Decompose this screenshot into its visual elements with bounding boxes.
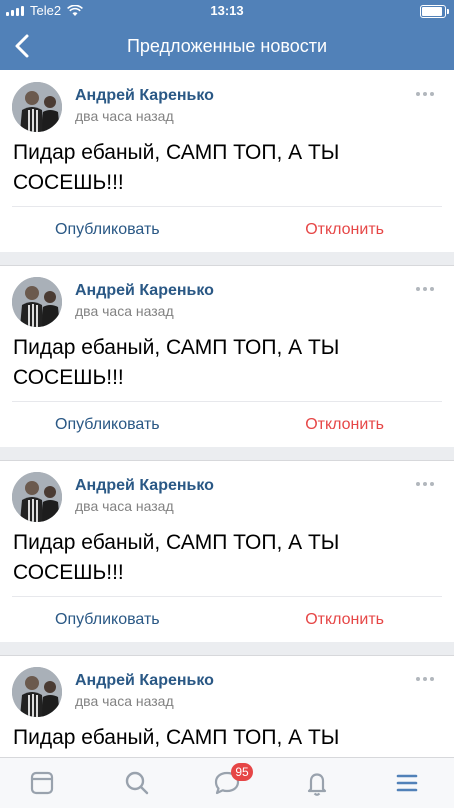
divider bbox=[12, 206, 442, 207]
bell-icon[interactable] bbox=[300, 766, 334, 800]
menu-icon[interactable] bbox=[390, 766, 424, 800]
publish-button[interactable]: Опубликовать bbox=[55, 416, 160, 434]
divider bbox=[12, 401, 442, 402]
search-icon[interactable] bbox=[120, 766, 154, 800]
status-bar: Tele2 13:13 bbox=[0, 0, 454, 22]
post-text: Пидар ебаный, САМП ТОП, А ТЫ СОСЕШЬ!!! bbox=[13, 336, 340, 389]
suggested-posts-feed[interactable]: Андрей Каренько два часа назад Пидар еба… bbox=[0, 70, 454, 757]
card-border bbox=[0, 265, 454, 266]
author-name[interactable]: Андрей Каренько bbox=[75, 282, 214, 300]
reject-button[interactable]: Отклонить bbox=[305, 611, 384, 629]
more-options-icon[interactable] bbox=[416, 677, 434, 681]
author-name[interactable]: Андрей Каренько bbox=[75, 672, 214, 690]
post-time: два часа назад bbox=[75, 693, 174, 709]
status-time: 13:13 bbox=[210, 3, 244, 18]
card-border bbox=[0, 655, 454, 656]
card-border bbox=[0, 460, 454, 461]
news-feed-icon[interactable] bbox=[25, 766, 59, 800]
publish-button[interactable]: Опубликовать bbox=[55, 221, 160, 239]
divider bbox=[12, 596, 442, 597]
reject-button[interactable]: Отклонить bbox=[305, 416, 384, 434]
more-options-icon[interactable] bbox=[416, 287, 434, 291]
app-header: Tele2 13:13 Предложенные новости bbox=[0, 0, 454, 70]
post-card: Андрей Каренько два часа назад Пидар еба… bbox=[0, 655, 454, 757]
post-text: Пидар ебаный, САМП ТОП, А ТЫ СОСЕШЬ!!! bbox=[13, 531, 340, 584]
author-avatar[interactable] bbox=[12, 472, 62, 522]
author-avatar[interactable] bbox=[12, 82, 62, 132]
more-options-icon[interactable] bbox=[416, 482, 434, 486]
author-name[interactable]: Андрей Каренько bbox=[75, 477, 214, 495]
more-options-icon[interactable] bbox=[416, 92, 434, 96]
nav-bar: Предложенные новости bbox=[0, 22, 454, 70]
post-text: Пидар ебаный, САМП ТОП, А ТЫ СОСЕШЬ!!! bbox=[13, 141, 340, 194]
post-card: Андрей Каренько два часа назад Пидар еба… bbox=[0, 460, 454, 642]
author-avatar[interactable] bbox=[12, 667, 62, 717]
bottom-tab-bar bbox=[0, 757, 454, 808]
post-time: два часа назад bbox=[75, 303, 174, 319]
author-avatar[interactable] bbox=[12, 277, 62, 327]
publish-button[interactable]: Опубликовать bbox=[55, 611, 160, 629]
reject-button[interactable]: Отклонить bbox=[305, 221, 384, 239]
post-text: Пидар ебаный, САМП ТОП, А ТЫ bbox=[13, 726, 340, 749]
page-title: Предложенные новости bbox=[126, 36, 328, 56]
battery-icon bbox=[420, 5, 449, 18]
post-card: Андрей Каренько два часа назад Пидар еба… bbox=[0, 70, 454, 252]
post-time: два часа назад bbox=[75, 498, 174, 514]
messages-badge: 95 bbox=[231, 763, 253, 781]
author-name[interactable]: Андрей Каренько bbox=[75, 87, 214, 105]
post-time: два часа назад bbox=[75, 108, 174, 124]
post-card: Андрей Каренько два часа назад Пидар еба… bbox=[0, 265, 454, 447]
